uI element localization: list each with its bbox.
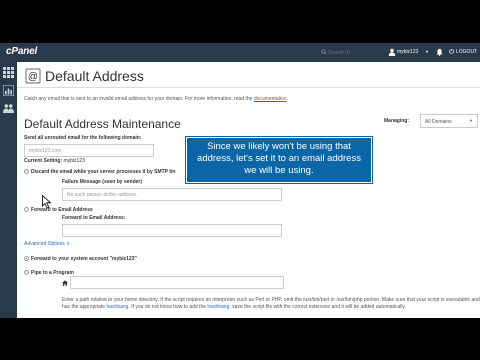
option-forward-system-label: Forward to your system account "mybiz123… <box>31 256 137 262</box>
current-setting-label: Current Setting: <box>24 158 63 164</box>
video-frame: cPanel mybiz123 ▼ LOGOUT <box>0 0 480 360</box>
mouse-cursor-icon <box>42 195 52 209</box>
chevron-down-icon: ▼ <box>469 118 473 123</box>
option-discard-label: Discard the email while your server proc… <box>31 169 176 175</box>
cpanel-logo[interactable]: cPanel <box>6 46 37 57</box>
pipe-hint-line1: Enter a path relative to your home direc… <box>62 297 445 303</box>
svg-text:@: @ <box>28 72 38 83</box>
left-sidebar <box>0 62 17 318</box>
user-icon <box>388 48 396 56</box>
advanced-options-toggle[interactable]: Advanced Options ∨ <box>24 241 70 247</box>
user-menu[interactable]: mybiz123 <box>397 49 418 55</box>
current-setting: Current Setting: mybiz123 <box>24 158 85 164</box>
managing-select[interactable]: All Domains ▼ <box>420 114 478 128</box>
section-heading: Default Address Maintenance <box>24 117 181 131</box>
top-navigation-bar: cPanel mybiz123 ▼ LOGOUT <box>0 43 480 62</box>
grid-icon[interactable] <box>3 67 14 78</box>
radio-pipe-program[interactable] <box>24 270 29 275</box>
pipe-hint-line4: , save the script file with the correct … <box>229 303 407 310</box>
tutorial-callout: Since we likely won't be using that addr… <box>185 136 373 184</box>
letterbox-bottom <box>0 318 480 360</box>
failure-message-placeholder: No such person at this address. <box>67 192 138 198</box>
managing-value: All Domains <box>425 119 452 125</box>
radio-forward-system-account[interactable] <box>24 256 29 261</box>
home-icon <box>62 280 68 286</box>
pipe-hint: Enter a path relative to your home direc… <box>62 297 480 310</box>
managing-label: Managing: <box>384 118 409 124</box>
failure-message-input[interactable]: No such person at this address. <box>62 188 282 201</box>
letterbox-top <box>0 0 480 43</box>
logout-button[interactable]: LOGOUT <box>456 49 477 55</box>
documentation-link[interactable]: documentation <box>254 96 287 102</box>
send-unrouted-label: Send all unrouted email for the followin… <box>24 135 142 141</box>
page-title: Default Address <box>45 68 144 84</box>
pipe-hint-line3: . If you do not know how to add the <box>128 303 207 310</box>
radio-discard[interactable] <box>24 169 29 174</box>
option-pipe-label: Pipe to a Program <box>31 270 74 276</box>
title-divider <box>17 87 480 88</box>
hashbang-link-2[interactable]: hashbang <box>207 304 229 310</box>
chevron-down-icon: ▼ <box>425 49 429 54</box>
radio-forward-email[interactable] <box>24 207 29 212</box>
failure-message-label: Failure Message (seen by sender) <box>62 179 143 185</box>
chart-icon[interactable] <box>3 85 14 96</box>
forward-email-field-label: Forward to Email Address: <box>62 215 126 221</box>
search-input[interactable] <box>328 47 382 58</box>
page-description: Catch any email that is sent to an inval… <box>24 96 289 102</box>
bell-icon[interactable] <box>436 48 443 56</box>
description-text: Catch any email that is sent to an inval… <box>24 96 253 102</box>
option-forward-email-label: Forward to Email Address <box>31 207 93 213</box>
hashbang-link[interactable]: hashbang <box>106 304 128 310</box>
logout-icon <box>449 49 454 54</box>
main-content: @ Default Address Catch any email that i… <box>17 62 480 318</box>
search-icon <box>321 49 327 55</box>
domain-value: mybiz123.com <box>29 148 62 154</box>
users-icon[interactable] <box>3 103 14 114</box>
email-at-icon: @ <box>25 68 41 84</box>
current-setting-value: mybiz123 <box>63 158 85 164</box>
pipe-program-input[interactable] <box>70 276 284 289</box>
domain-input[interactable]: mybiz123.com <box>24 144 154 157</box>
forward-email-input[interactable] <box>62 224 282 237</box>
